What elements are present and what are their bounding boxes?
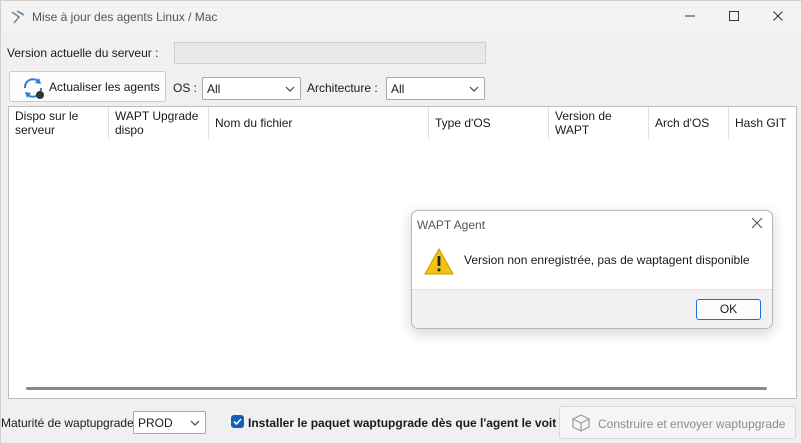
- close-button[interactable]: [755, 1, 801, 31]
- refresh-agents-button[interactable]: Actualiser les agents: [9, 71, 166, 102]
- column-header-server-availability[interactable]: Dispo sur le serveur: [9, 107, 109, 140]
- dialog-title: WAPT Agent: [417, 218, 486, 232]
- build-upload-button[interactable]: Construire et envoyer waptupgrade: [559, 406, 796, 439]
- install-upgrade-label[interactable]: Installer le paquet waptupgrade dès que …: [248, 416, 556, 430]
- close-icon: [773, 11, 783, 21]
- main-window: Mise à jour des agents Linux / Mac Versi…: [0, 0, 802, 444]
- alert-dialog: WAPT Agent Version non enregistrée, pas …: [411, 210, 773, 329]
- maximize-icon: [729, 11, 739, 21]
- minimize-button[interactable]: [667, 1, 713, 31]
- chevron-down-icon: [285, 86, 295, 92]
- install-upgrade-checkbox[interactable]: [231, 415, 244, 428]
- column-header-os-arch[interactable]: Arch d'OS: [649, 107, 729, 140]
- server-version-label: Version actuelle du serveur :: [7, 46, 159, 60]
- dialog-message: Version non enregistrée, pas de waptagen…: [464, 253, 750, 267]
- arch-filter-value: All: [391, 82, 405, 96]
- window-title: Mise à jour des agents Linux / Mac: [32, 10, 218, 24]
- chevron-down-icon: [190, 420, 200, 426]
- arch-filter-label: Architecture :: [307, 81, 378, 95]
- checkmark-icon: [233, 418, 242, 426]
- maturity-label: Maturité de waptupgrade: [1, 416, 134, 430]
- maturity-value: PROD: [138, 416, 173, 430]
- ok-button[interactable]: OK: [696, 299, 761, 320]
- build-upload-label: Construire et envoyer waptupgrade: [598, 417, 786, 431]
- horizontal-scrollbar[interactable]: [26, 387, 767, 390]
- warning-icon: [424, 247, 454, 275]
- refresh-agents-label: Actualiser les agents: [49, 80, 160, 94]
- title-bar[interactable]: Mise à jour des agents Linux / Mac: [1, 1, 801, 33]
- column-header-git-hash[interactable]: Hash GIT: [729, 107, 796, 140]
- minimize-icon: [685, 15, 695, 17]
- chevron-down-icon: [469, 86, 479, 92]
- column-header-wapt-version[interactable]: Version de WAPT: [549, 107, 649, 140]
- column-header-os-type[interactable]: Type d'OS: [429, 107, 549, 140]
- maturity-select[interactable]: PROD: [133, 411, 206, 434]
- dialog-footer: OK: [412, 289, 772, 328]
- os-filter-select[interactable]: All: [202, 77, 301, 100]
- maximize-button[interactable]: [711, 1, 757, 31]
- close-icon[interactable]: [750, 216, 764, 230]
- os-filter-label: OS :: [173, 81, 198, 95]
- os-filter-value: All: [207, 82, 221, 96]
- refresh-icon: [23, 78, 44, 99]
- column-header-filename[interactable]: Nom du fichier: [209, 107, 429, 140]
- column-header-upgrade-available[interactable]: WAPT Upgrade dispo: [109, 107, 209, 140]
- app-icon: [11, 10, 25, 24]
- server-version-field: [174, 42, 486, 64]
- package-icon: [572, 414, 590, 432]
- arch-filter-select[interactable]: All: [386, 77, 485, 100]
